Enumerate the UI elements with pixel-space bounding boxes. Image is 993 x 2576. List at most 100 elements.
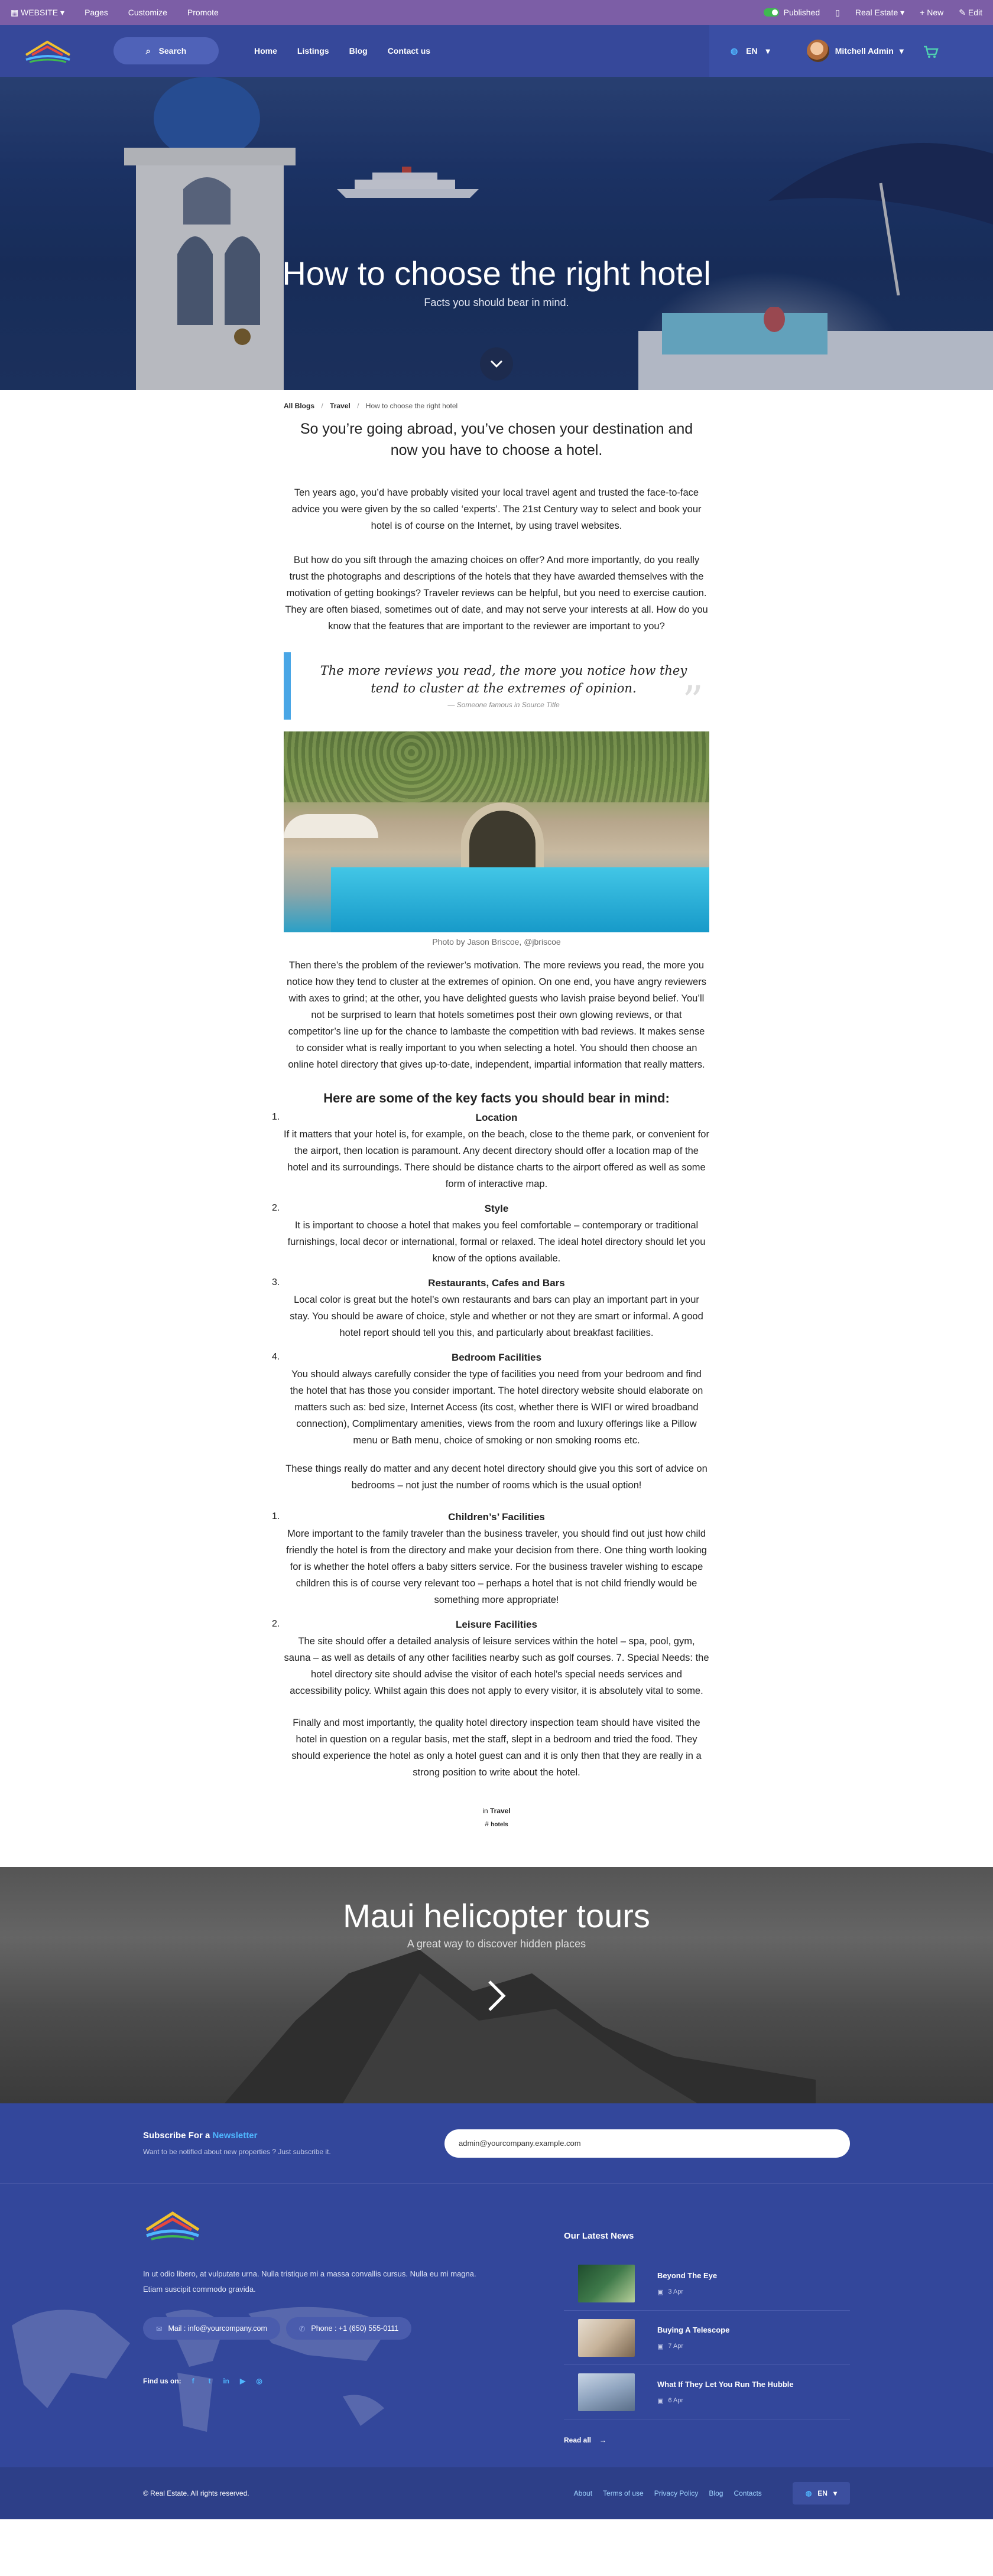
post-hero: How to choose the right hotel Facts you …	[0, 77, 993, 390]
globe-icon: ◍	[731, 45, 738, 56]
breadcrumb-all-blogs[interactable]: All Blogs	[284, 402, 314, 410]
news-item[interactable]: Beyond The Eye ▣ 3 Apr	[564, 2256, 850, 2311]
new-button[interactable]: + New	[920, 8, 943, 17]
chevron-right-icon[interactable]	[485, 1978, 508, 2014]
menu-item-listings[interactable]: Listings	[297, 46, 329, 56]
toggle-icon	[763, 8, 779, 17]
footer-link-blog[interactable]: Blog	[709, 2489, 723, 2497]
edit-button[interactable]: ✎ Edit	[959, 8, 982, 18]
newsletter-section: Subscribe For a Newsletter Want to be no…	[0, 2103, 993, 2184]
arrow-right-icon: →	[599, 2436, 607, 2444]
article: All Blogs / Travel / How to choose the r…	[272, 390, 709, 1832]
customize-menu[interactable]: Customize	[128, 8, 167, 17]
facts-list: 1. Children’s’ Facilities More important…	[272, 1511, 709, 1699]
read-all-link[interactable]: Read all →	[564, 2436, 850, 2444]
chevron-down-icon: ▾	[899, 45, 904, 56]
youtube-icon[interactable]: ▶	[238, 2376, 248, 2386]
category-link[interactable]: Travel	[490, 1807, 511, 1815]
user-menu[interactable]: Mitchell Admin ▾	[806, 40, 904, 62]
chevron-down-icon: ▾	[765, 45, 770, 56]
list-item: 1. Children’s’ Facilities More important…	[272, 1511, 707, 1605]
website-menu[interactable]: ▦ WEBSITE ▾	[11, 8, 64, 18]
newsletter-text: Want to be notified about new properties…	[143, 2148, 331, 2156]
copyright-bar: © Real Estate. All rights reserved. Abou…	[0, 2467, 993, 2519]
menu-item-home[interactable]: Home	[254, 46, 277, 56]
instagram-icon[interactable]: ◎	[255, 2376, 264, 2386]
main-navbar: ⌕ Search Home Listings Blog Contact us ◍…	[0, 25, 993, 77]
footer-language-selector[interactable]: ◍ EN ▾	[792, 2482, 850, 2505]
latest-news-title: Our Latest News	[564, 2231, 634, 2241]
news-item[interactable]: Buying A Telescope ▣ 7 Apr	[564, 2311, 850, 2365]
menu-item-contact[interactable]: Contact us	[388, 46, 430, 56]
copyright-text: © Real Estate. All rights reserved.	[143, 2489, 249, 2497]
chevron-down-icon	[490, 360, 503, 368]
next-post-banner[interactable]: Maui helicopter tours A great way to dis…	[0, 1867, 993, 2103]
main-menu: Home Listings Blog Contact us	[254, 46, 430, 56]
phone-icon: ✆	[298, 2324, 306, 2333]
next-post-title: Maui helicopter tours	[343, 1897, 650, 1934]
mail-icon: ✉	[156, 2324, 163, 2333]
nav-right-panel: ◍ EN ▾ Mitchell Admin ▾	[709, 25, 993, 77]
breadcrumb-current: How to choose the right hotel	[365, 402, 458, 410]
twitter-icon[interactable]: t	[205, 2376, 215, 2386]
paragraph: Then there’s the problem of the reviewer…	[287, 960, 706, 1070]
footer-logo[interactable]	[143, 2207, 202, 2243]
facts-heading: Here are some of the key facts you shoul…	[323, 1091, 670, 1105]
footer: In ut odio libero, at vulputate urna. Nu…	[0, 2184, 993, 2467]
search-button[interactable]: ⌕ Search	[113, 37, 219, 64]
quote-mark-icon: ”	[682, 677, 703, 726]
facebook-icon[interactable]: f	[189, 2376, 198, 2386]
mail-contact[interactable]: ✉ Mail : info@yourcompany.com	[143, 2317, 280, 2340]
footer-link-terms[interactable]: Terms of use	[603, 2489, 644, 2497]
scroll-down-button[interactable]	[480, 347, 513, 380]
photo-caption: Photo by Jason Briscoe, @jbriscoe	[432, 937, 561, 947]
cart-icon[interactable]	[921, 42, 939, 60]
social-links: Find us on: f t in ▶ ◎	[143, 2376, 498, 2386]
newsletter-email-input[interactable]: admin@yourcompany.example.com	[444, 2129, 850, 2158]
list-item: 2. Style It is important to choose a hot…	[272, 1203, 706, 1264]
newsletter-title: Subscribe For a Newsletter	[143, 2131, 258, 2141]
tag-icon: #	[485, 1820, 489, 1828]
phone-contact[interactable]: ✆ Phone : +1 (650) 555-0111	[285, 2317, 412, 2340]
footer-about: In ut odio libero, at vulputate urna. Nu…	[143, 2269, 476, 2294]
post-meta: in Travel # hotels	[482, 1807, 511, 1828]
tag-link[interactable]: hotels	[491, 1822, 508, 1828]
paragraph: But how do you sift through the amazing …	[285, 555, 708, 632]
site-selector[interactable]: Real Estate ▾	[855, 8, 904, 18]
footer-link-privacy[interactable]: Privacy Policy	[654, 2489, 699, 2497]
promote-menu[interactable]: Promote	[187, 8, 219, 17]
paragraph: These things really do matter and any de…	[285, 1463, 708, 1491]
paragraph: Ten years ago, you’d have probably visit…	[291, 487, 702, 531]
news-thumbnail	[578, 2373, 635, 2411]
globe-icon: ◍	[805, 2489, 812, 2497]
news-thumbnail	[578, 2318, 635, 2357]
menu-item-blog[interactable]: Blog	[349, 46, 368, 56]
pool-courtyard-photo	[284, 731, 709, 932]
quote-citation: — Someone famous in Source Title	[447, 701, 560, 709]
news-item[interactable]: What If They Let You Run The Hubble ▣ 6 A…	[564, 2365, 850, 2419]
calendar-icon: ▣	[657, 2343, 664, 2350]
site-logo[interactable]	[24, 37, 72, 64]
breadcrumb: All Blogs / Travel / How to choose the r…	[284, 402, 458, 410]
mobile-preview-icon[interactable]: ▯	[835, 8, 840, 18]
search-icon: ⌕	[145, 45, 151, 56]
list-item: 3. Restaurants, Cafes and Bars Local col…	[272, 1277, 703, 1338]
blockquote: The more reviews you read, the more you …	[284, 652, 709, 726]
list-item: 2. Leisure Facilities The site should of…	[272, 1619, 709, 1696]
avatar	[806, 40, 829, 62]
paragraph: Finally and most importantly, the qualit…	[291, 1718, 702, 1778]
pages-menu[interactable]: Pages	[85, 8, 108, 17]
facts-list: 1. Location If it matters that your hote…	[272, 1112, 709, 1449]
lead-paragraph: So you’re going abroad, you’ve chosen yo…	[300, 421, 693, 458]
footer-link-about[interactable]: About	[574, 2489, 592, 2497]
admin-bar: ▦ WEBSITE ▾ Pages Customize Promote Publ…	[0, 0, 993, 25]
chevron-down-icon: ▾	[833, 2489, 837, 2497]
post-subtitle: Facts you should bear in mind.	[424, 297, 569, 308]
linkedin-icon[interactable]: in	[222, 2376, 231, 2386]
grid-icon: ▦	[11, 7, 21, 17]
published-toggle[interactable]: Published	[763, 8, 820, 17]
breadcrumb-travel[interactable]: Travel	[330, 402, 351, 410]
list-item: 4. Bedroom Facilities You should always …	[272, 1352, 703, 1446]
language-selector[interactable]: ◍ EN ▾	[731, 46, 770, 56]
footer-link-contacts[interactable]: Contacts	[734, 2489, 761, 2497]
